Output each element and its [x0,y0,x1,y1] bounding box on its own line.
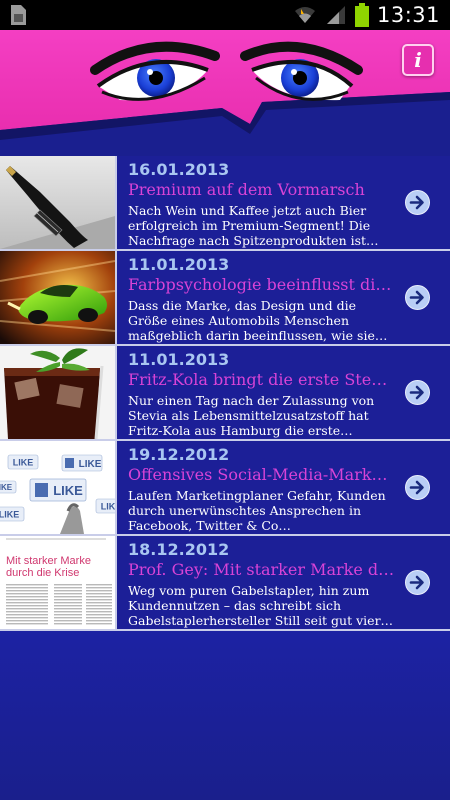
article-title: Premium auf dem Vormarsch [128,180,365,199]
arrow-right-icon[interactable] [405,475,430,500]
article-list: 16.01.2013 Premium auf dem Vormarsch Nac… [0,156,450,631]
article-content: 16.01.2013 Premium auf dem Vormarsch Nac… [115,156,400,249]
sim-icon [11,5,26,25]
battery-icon [354,3,369,27]
arrow-right-icon[interactable] [405,190,430,215]
arrow-cell [400,536,450,629]
arrow-cell [400,251,450,344]
article-thumbnail-green-car [0,251,115,344]
list-item[interactable]: 11.01.2013 Farbpsychologie beeinflusst d… [0,251,450,346]
info-button[interactable]: i [402,44,434,76]
article-summary: Weg vom puren Gabelstapler, hin zum Kund… [128,583,394,628]
svg-text:LIKE: LIKE [13,458,34,468]
doc-heading-line-2: durch die Krise [6,567,79,579]
arrow-cell [400,346,450,439]
arrow-cell [400,156,450,249]
list-item[interactable]: 16.01.2013 Premium auf dem Vormarsch Nac… [0,156,450,251]
svg-text:LIKE: LIKE [0,483,13,492]
list-item[interactable]: Mit starker Marke durch die Krise 18.12.… [0,536,450,631]
article-date: 16.01.2013 [128,160,230,179]
article-summary: Nur einen Tag nach der Zulassung von Ste… [128,393,375,438]
info-icon: i [414,48,422,72]
article-content: 19.12.2012 Offensives Social-Media-Marke… [115,441,400,534]
article-thumbnail-beer-bottle [0,156,115,249]
article-thumbnail-like-buttons: LIKE LIKE LIKE LIKE LIK KE [0,441,115,534]
article-date: 11.01.2013 [128,255,230,274]
clock: 13:31 [376,3,440,27]
article-thumbnail-cola-glass [0,346,115,439]
app-header [0,30,450,156]
article-content: 11.01.2013 Fritz-Kola bringt die erste S… [115,346,400,439]
svg-text:LIKE: LIKE [79,459,102,470]
svg-text:LIKE: LIKE [53,483,83,498]
article-title: Farbpsychologie beeinflusst die… [128,275,396,294]
like-badge: LIKE [29,478,87,502]
like-badge: LIKE [95,498,115,514]
article-title: Fritz-Kola bringt die erste Stevi… [128,370,396,389]
doc-heading-line-1: Mit starker Marke [6,555,91,567]
article-date: 11.01.2013 [128,350,230,369]
svg-text:LIKE: LIKE [101,502,115,512]
article-summary: Nach Wein und Kaffee jetzt auch Bier erf… [128,203,379,248]
eyes-banner [0,30,450,156]
svg-text:LIKE: LIKE [0,510,19,520]
arrow-right-icon[interactable] [405,380,430,405]
arrow-right-icon[interactable] [405,285,430,310]
list-item[interactable]: LIKE LIKE LIKE LIKE LIK KE 19.12.2012 Of… [0,441,450,536]
like-badge: LIKE [0,480,17,494]
article-date: 18.12.2012 [128,540,230,559]
like-badge: LIKE [7,454,39,470]
article-content: 11.01.2013 Farbpsychologie beeinflusst d… [115,251,400,344]
list-item[interactable]: 11.01.2013 Fritz-Kola bringt die erste S… [0,346,450,441]
article-date: 19.12.2012 [128,445,230,464]
status-bar: 13:31 [0,0,450,30]
wifi-icon [294,7,315,23]
like-badge: LIKE [0,506,25,522]
article-title: Prof. Gey: Mit starker Marke dur… [128,560,396,579]
signal-icon [326,6,345,24]
like-badge: LIKE [61,454,103,472]
article-thumbnail-magazine-page: Mit starker Marke durch die Krise [0,536,115,629]
article-summary: Dass die Marke, das Design und die Größe… [128,298,388,343]
arrow-right-icon[interactable] [405,570,430,595]
arrow-cell [400,441,450,534]
article-content: 18.12.2012 Prof. Gey: Mit starker Marke … [115,536,400,629]
article-summary: Laufen Marketingplaner Gefahr, Kunden du… [128,488,386,533]
article-title: Offensives Social-Media-Marketi… [128,465,396,484]
background-fill [0,631,450,800]
